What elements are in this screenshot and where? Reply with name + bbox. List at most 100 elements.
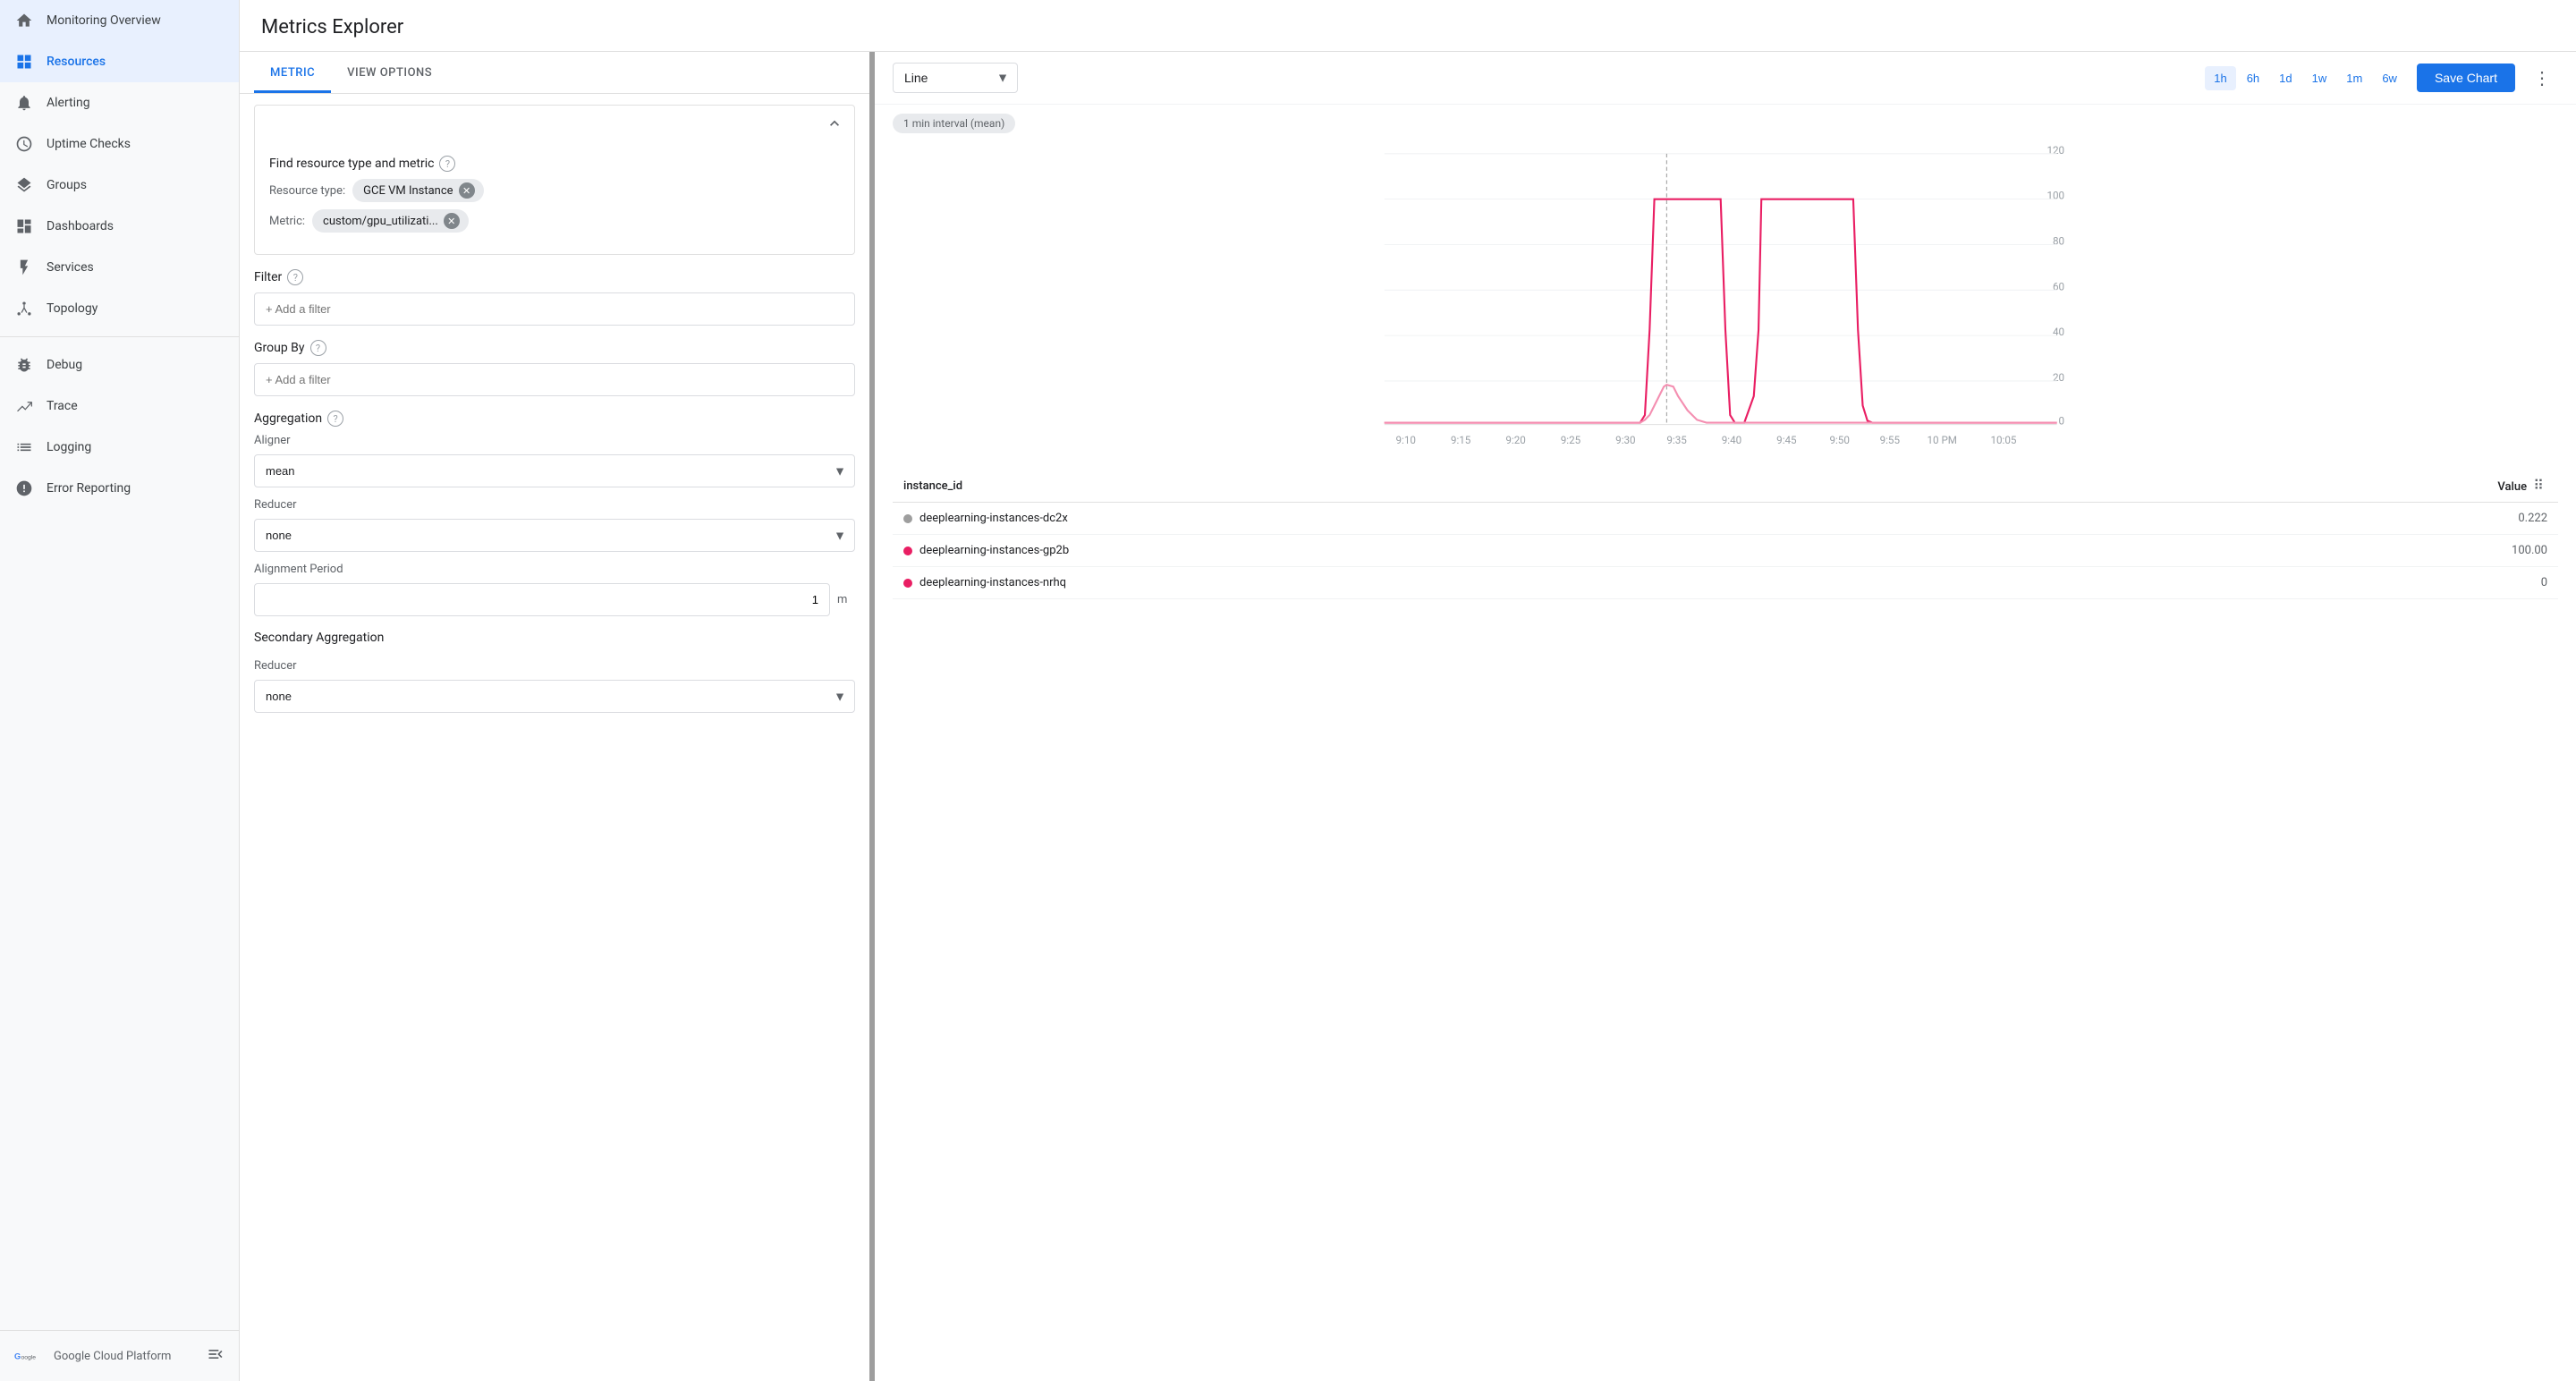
legend-dot [903, 579, 912, 588]
time-btn-1m[interactable]: 1m [2337, 66, 2371, 90]
sidebar-item-topology[interactable]: Topology [0, 288, 239, 329]
home-icon [14, 11, 34, 30]
topology-icon [14, 299, 34, 318]
time-btn-1h[interactable]: 1h [2205, 66, 2235, 90]
metric-remove-btn[interactable]: ✕ [444, 213, 460, 229]
dashboard-icon [14, 216, 34, 236]
aligner-label: Aligner [254, 434, 855, 447]
filter-input[interactable] [254, 292, 855, 326]
svg-text:9:25: 9:25 [1561, 434, 1581, 446]
svg-text:10:05: 10:05 [1990, 434, 2016, 446]
resource-metric-section: Find resource type and metric ? Resource… [254, 105, 855, 255]
page-header: Metrics Explorer [240, 0, 2576, 52]
reducer-select[interactable]: none sum mean [254, 519, 855, 552]
bell-icon [14, 93, 34, 113]
sidebar-item-trace[interactable]: Trace [0, 385, 239, 427]
legend-instance-label: deeplearning-instances-dc2x [893, 503, 2099, 535]
svg-text:9:15: 9:15 [1451, 434, 1471, 446]
time-btn-1d[interactable]: 1d [2270, 66, 2301, 90]
secondary-reducer-select-wrapper: none sum ▼ [254, 680, 855, 713]
alignment-period-row: m [254, 583, 855, 616]
tab-view-options[interactable]: VIEW OPTIONS [331, 52, 448, 93]
collapsible-header[interactable] [255, 106, 854, 141]
legend-value: 0 [2099, 567, 2558, 599]
instance-id-header: instance_id [893, 470, 2099, 503]
sidebar-item-logging[interactable]: Logging [0, 427, 239, 468]
legend-row: deeplearning-instances-dc2x 0.222 [893, 503, 2558, 535]
chart-toolbar: Line Bar Stacked Bar Area Stacked Area ▼… [875, 52, 2576, 105]
group-by-help-icon[interactable]: ? [310, 340, 326, 356]
svg-text:9:45: 9:45 [1776, 434, 1797, 446]
sidebar-item-groups[interactable]: Groups [0, 165, 239, 206]
filter-label: Filter ? [254, 269, 855, 285]
secondary-aggregation-label: Secondary Aggregation [254, 631, 855, 645]
legend-value: 0.222 [2099, 503, 2558, 535]
footer-text: Google Cloud Platform [54, 1350, 171, 1363]
sidebar-item-uptime-checks[interactable]: Uptime Checks [0, 123, 239, 165]
time-btn-6h[interactable]: 6h [2238, 66, 2268, 90]
save-chart-button[interactable]: Save Chart [2417, 64, 2515, 92]
sidebar-item-alerting[interactable]: Alerting [0, 82, 239, 123]
sidebar: Monitoring Overview Resources Alerting U… [0, 0, 240, 1381]
svg-text:20: 20 [2053, 371, 2064, 384]
svg-text:10 PM: 10 PM [1928, 434, 1957, 446]
svg-text:60: 60 [2053, 280, 2064, 292]
svg-text:120: 120 [2046, 144, 2064, 157]
metric-panel: Find resource type and metric ? Resource… [240, 105, 869, 713]
resource-type-chip: GCE VM Instance ✕ [352, 179, 483, 202]
svg-text:9:20: 9:20 [1505, 434, 1525, 446]
secondary-reducer-select[interactable]: none sum [254, 680, 855, 713]
group-by-input[interactable] [254, 363, 855, 396]
metric-row: Metric: custom/gpu_utilizati... ✕ [269, 209, 840, 233]
tabs-bar: METRIC VIEW OPTIONS [240, 52, 869, 94]
secondary-reducer-label: Reducer [254, 659, 855, 673]
sidebar-item-debug[interactable]: Debug [0, 344, 239, 385]
svg-text:9:50: 9:50 [1829, 434, 1849, 446]
time-btn-6w[interactable]: 6w [2373, 66, 2406, 90]
svg-text:9:40: 9:40 [1722, 434, 1741, 446]
alignment-period-input[interactable] [254, 583, 830, 616]
svg-text:9:35: 9:35 [1666, 434, 1687, 446]
tab-metric[interactable]: METRIC [254, 52, 331, 93]
find-resource-help-icon[interactable]: ? [439, 156, 455, 172]
line-chart: 120 100 80 60 40 20 0 [893, 140, 2558, 462]
main-content: Metrics Explorer METRIC VIEW OPTIONS Fin… [240, 0, 2576, 1381]
sidebar-item-error-reporting[interactable]: Error Reporting [0, 468, 239, 509]
resource-type-remove-btn[interactable]: ✕ [459, 182, 475, 199]
svg-text:9:55: 9:55 [1880, 434, 1901, 446]
sidebar-item-dashboards[interactable]: Dashboards [0, 206, 239, 247]
group-by-label: Group By ? [254, 340, 855, 356]
svg-text:80: 80 [2053, 234, 2064, 247]
value-header: Value ⠿ [2099, 470, 2558, 503]
svg-text:G: G [14, 1352, 21, 1361]
chevron-up-icon [826, 114, 843, 132]
legend-table: instance_id Value ⠿ deeplearning-instanc… [893, 470, 2558, 599]
reducer-select-wrapper: none sum mean ▼ [254, 519, 855, 552]
lightning-icon [14, 258, 34, 277]
filter-help-icon[interactable]: ? [287, 269, 303, 285]
columns-icon-btn[interactable]: ⠿ [2529, 477, 2547, 495]
content-area: METRIC VIEW OPTIONS Find resource type a… [240, 52, 2576, 1381]
layers-icon [14, 175, 34, 195]
legend-instance-label: deeplearning-instances-nrhq [893, 567, 2099, 599]
time-btn-1w[interactable]: 1w [2303, 66, 2336, 90]
logging-icon [14, 437, 34, 457]
svg-text:9:30: 9:30 [1615, 434, 1635, 446]
right-panel: Line Bar Stacked Bar Area Stacked Area ▼… [875, 52, 2576, 1381]
chart-type-select[interactable]: Line Bar Stacked Bar Area Stacked Area [893, 63, 1018, 93]
metric-chip: custom/gpu_utilizati... ✕ [312, 209, 469, 233]
more-options-button[interactable]: ⋮ [2526, 64, 2558, 93]
google-cloud-logo: G oogle [14, 1348, 43, 1364]
aligner-select-wrapper: mean sum min max ▼ [254, 454, 855, 487]
error-icon [14, 479, 34, 498]
sidebar-collapse-icon[interactable] [207, 1345, 225, 1367]
sidebar-item-resources[interactable]: Resources [0, 41, 239, 82]
clock-icon [14, 134, 34, 154]
svg-text:0: 0 [2059, 415, 2065, 428]
aligner-select[interactable]: mean sum min max [254, 454, 855, 487]
alignment-period-label: Alignment Period [254, 563, 855, 576]
sidebar-item-monitoring-overview[interactable]: Monitoring Overview [0, 0, 239, 41]
legend-row: deeplearning-instances-nrhq 0 [893, 567, 2558, 599]
aggregation-help-icon[interactable]: ? [327, 411, 343, 427]
sidebar-item-services[interactable]: Services [0, 247, 239, 288]
